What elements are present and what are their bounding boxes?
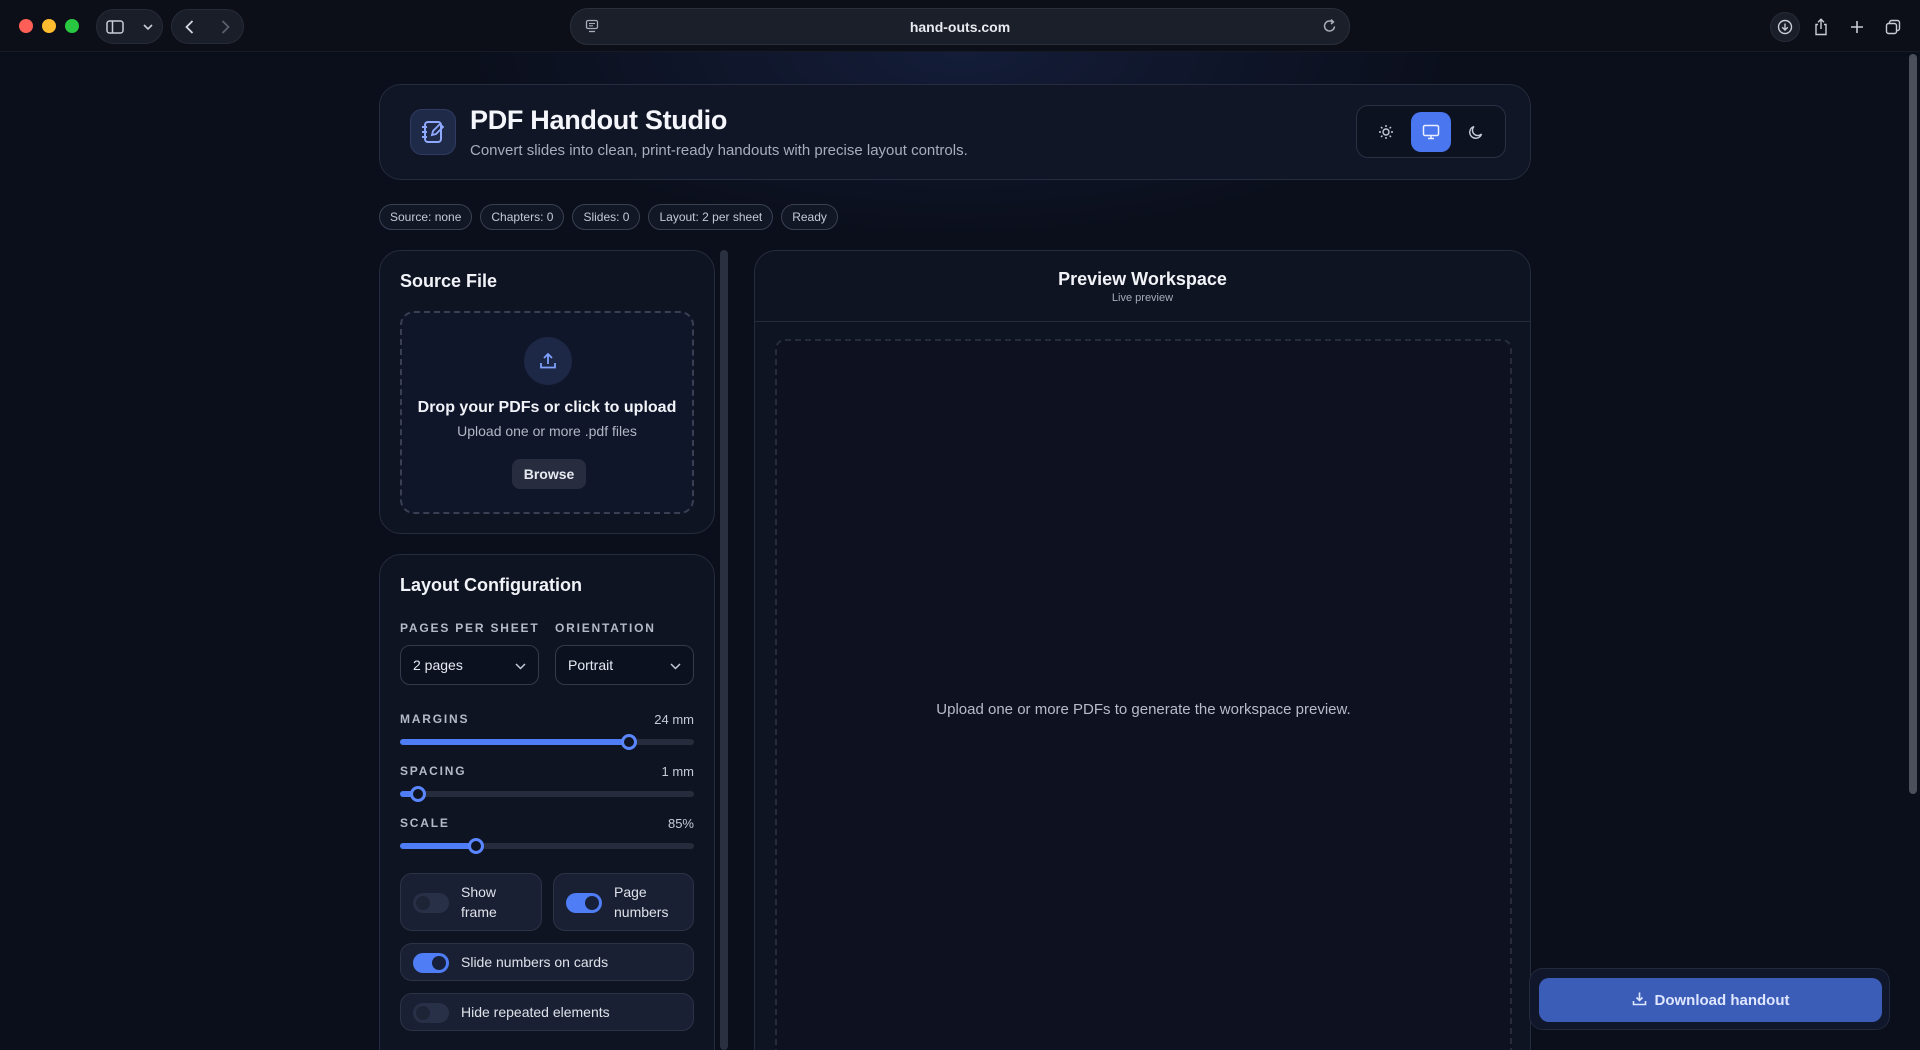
- sidebar-toggle-group[interactable]: [96, 9, 163, 44]
- status-slides-chip: Slides: 0: [572, 204, 641, 230]
- scale-slider[interactable]: [400, 838, 694, 854]
- download-icon: [1632, 991, 1647, 1010]
- orientation-select[interactable]: Portrait: [555, 645, 694, 685]
- sidebar-scrollbar[interactable]: [720, 250, 728, 1050]
- theme-system-button[interactable]: [1410, 111, 1451, 152]
- hide-repeated-toggle[interactable]: Hide repeated elements: [400, 993, 694, 1031]
- spacing-slider-handle[interactable]: [409, 786, 426, 802]
- preview-subtitle: Live preview: [1111, 292, 1174, 304]
- margins-label: MARGINS: [400, 712, 470, 726]
- url-text: hand-outs.com: [909, 18, 1011, 35]
- pages-per-sheet-select[interactable]: 2 pages: [400, 645, 539, 685]
- margins-value: 24 mm: [654, 712, 694, 727]
- scale-label: SCALE: [400, 816, 450, 830]
- status-ready-chip: Ready: [781, 204, 838, 230]
- source-file-card: Source File Drop your PDFs or click to u…: [379, 250, 715, 534]
- page-subtitle: Convert slides into clean, print-ready h…: [470, 142, 968, 159]
- chevron-down-icon: [515, 657, 526, 673]
- history-nav-group: [171, 9, 244, 44]
- page-numbers-toggle[interactable]: Page numbers: [553, 873, 694, 931]
- minimize-window-button[interactable]: [42, 19, 56, 33]
- reload-icon[interactable]: [1322, 18, 1337, 39]
- spacing-value: 1 mm: [661, 764, 695, 779]
- margins-slider-handle[interactable]: [621, 734, 638, 750]
- moon-icon: [1469, 125, 1483, 139]
- preview-divider: [755, 321, 1530, 322]
- slide-numbers-switch[interactable]: [413, 953, 449, 973]
- status-chapters-chip: Chapters: 0: [480, 204, 565, 230]
- hide-repeated-switch[interactable]: [413, 1003, 449, 1023]
- handout-logo-icon: [410, 109, 456, 155]
- margins-slider[interactable]: [400, 734, 694, 750]
- back-icon[interactable]: [185, 19, 194, 34]
- layout-configuration-card: Layout Configuration PAGES PER SHEET ORI…: [379, 554, 715, 1050]
- status-chips: Source: none Chapters: 0 Slides: 0 Layou…: [379, 204, 838, 230]
- pages-per-sheet-label: PAGES PER SHEET: [400, 621, 540, 635]
- theme-light-button[interactable]: [1366, 112, 1406, 152]
- address-bar[interactable]: hand-outs.com: [570, 8, 1350, 45]
- layout-card-title: Layout Configuration: [400, 575, 582, 595]
- close-window-button[interactable]: [19, 19, 33, 33]
- slide-numbers-toggle[interactable]: Slide numbers on cards: [400, 943, 694, 981]
- page-numbers-label: Page numbers: [614, 884, 669, 920]
- spacing-slider[interactable]: [400, 786, 694, 802]
- download-handout-button[interactable]: Download handout: [1539, 978, 1882, 1022]
- forward-icon[interactable]: [221, 19, 230, 34]
- source-card-title: Source File: [400, 271, 498, 291]
- sidebar-icon[interactable]: [106, 19, 124, 34]
- margins-slider-fill: [400, 739, 630, 745]
- hide-repeated-label: Hide repeated elements: [461, 1004, 610, 1020]
- app-header: PDF Handout Studio Convert slides into c…: [379, 84, 1531, 180]
- preview-canvas: Upload one or more PDFs to generate the …: [775, 339, 1512, 1050]
- scale-slider-handle[interactable]: [468, 838, 485, 854]
- theme-switcher: [1356, 105, 1506, 158]
- page-settings-icon[interactable]: [585, 19, 599, 38]
- download-handout-label: Download handout: [1654, 991, 1790, 1009]
- page-numbers-switch[interactable]: [566, 893, 602, 913]
- pdf-dropzone[interactable]: Drop your PDFs or click to upload Upload…: [400, 311, 694, 514]
- status-layout-chip: Layout: 2 per sheet: [648, 204, 774, 230]
- slide-numbers-label: Slide numbers on cards: [461, 954, 609, 970]
- theme-dark-button[interactable]: [1456, 112, 1496, 152]
- preview-empty-message: Upload one or more PDFs to generate the …: [936, 701, 1351, 718]
- dropzone-title: Drop your PDFs or click to upload: [417, 399, 677, 416]
- new-tab-icon[interactable]: [1842, 12, 1872, 42]
- upload-icon: [524, 337, 572, 385]
- orientation-label: ORIENTATION: [555, 621, 656, 635]
- browser-actions: [1770, 9, 1908, 44]
- preview-title: Preview Workspace: [1058, 269, 1227, 289]
- download-icon[interactable]: [1770, 11, 1800, 42]
- show-frame-switch[interactable]: [413, 893, 449, 913]
- spacing-label: SPACING: [400, 764, 467, 778]
- scale-value: 85%: [667, 816, 694, 831]
- tabs-overview-icon[interactable]: [1878, 12, 1908, 42]
- dropzone-subtitle: Upload one or more .pdf files: [457, 423, 637, 439]
- status-source-chip: Source: none: [379, 204, 473, 230]
- share-icon[interactable]: [1806, 12, 1836, 42]
- download-bar: Download handout: [1529, 968, 1890, 1030]
- browser-toolbar: hand-outs.com: [0, 0, 1920, 52]
- monitor-icon: [1422, 124, 1440, 139]
- chevron-down-icon: [670, 657, 681, 673]
- show-frame-toggle[interactable]: Show frame: [400, 873, 542, 931]
- scale-slider-fill: [400, 843, 477, 849]
- browse-button[interactable]: Browse: [512, 459, 586, 489]
- chevron-down-icon[interactable]: [143, 23, 153, 30]
- show-frame-label: Show frame: [461, 884, 497, 920]
- sun-icon: [1378, 124, 1393, 139]
- page-title: PDF Handout Studio: [470, 105, 728, 135]
- orientation-value: Portrait: [568, 657, 614, 673]
- zoom-window-button[interactable]: [65, 19, 79, 33]
- pages-per-sheet-value: 2 pages: [413, 657, 463, 673]
- preview-workspace-card: Preview Workspace Live preview Upload on…: [754, 250, 1531, 1050]
